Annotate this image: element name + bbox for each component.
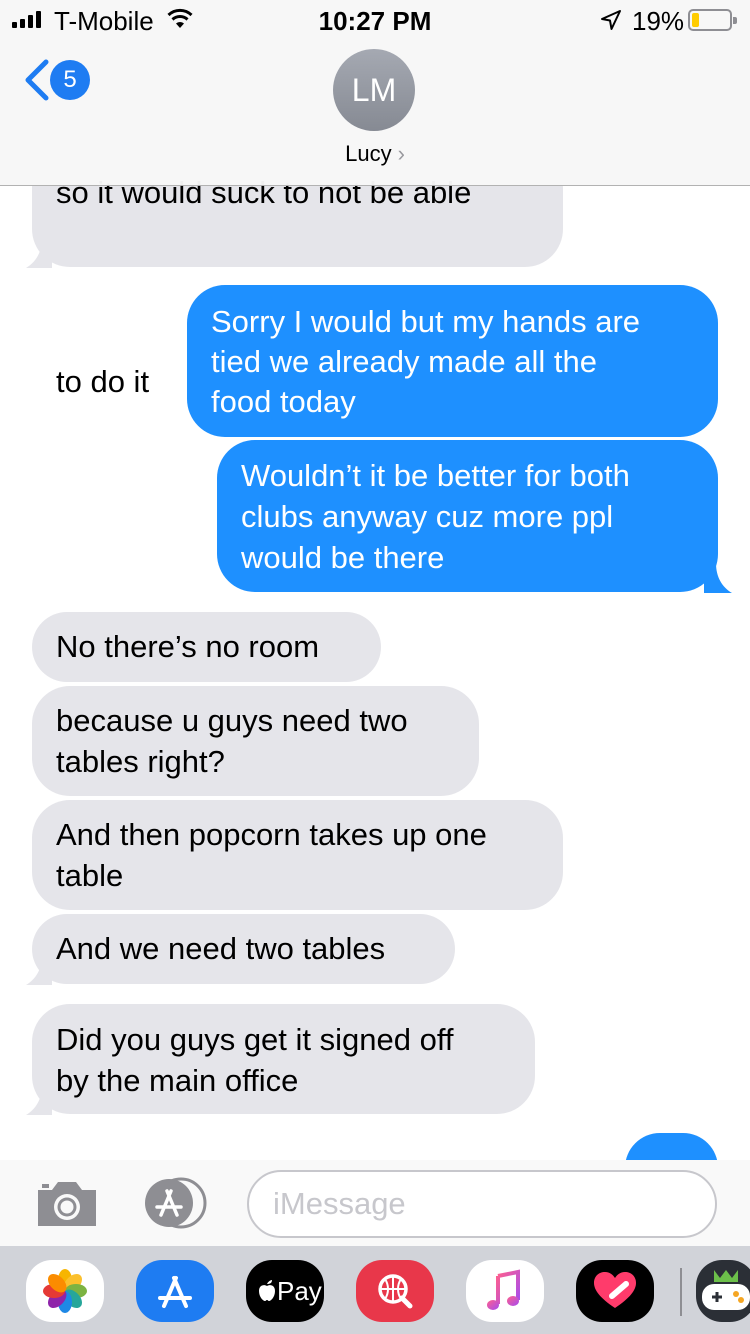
message-line: table — [56, 858, 124, 893]
imessage-placeholder: iMessage — [273, 1186, 406, 1221]
signal-strength-icon — [12, 10, 41, 28]
battery-nub — [733, 17, 737, 24]
bubble-tail — [26, 1085, 52, 1115]
image-search-app-icon[interactable] — [356, 1260, 434, 1322]
game-controller-icon — [702, 1270, 750, 1310]
outgoing-message-bubble[interactable] — [625, 1133, 718, 1160]
digital-touch-app-icon[interactable] — [576, 1260, 654, 1322]
music-note-icon — [487, 1269, 520, 1310]
apple-logo-icon — [259, 1280, 275, 1301]
contact-avatar[interactable]: LM — [333, 49, 415, 131]
battery-percent: 19% — [632, 6, 685, 36]
apple-pay-label: Pay — [277, 1276, 322, 1306]
message-line: No there’s no room — [56, 629, 320, 664]
status-bar: T-Mobile 10:27 PM 19% — [0, 0, 750, 40]
message-line: tied we already made all the — [211, 344, 598, 379]
message-line: to do it — [56, 364, 150, 399]
incoming-message-bubble[interactable]: Did you guys get it signed off by the ma… — [32, 1004, 535, 1114]
messages-screen: so it would suck to not be able to do it… — [0, 0, 750, 1334]
message-line: And we need two tables — [56, 931, 386, 966]
message-line: And then popcorn takes up one — [56, 817, 487, 852]
imessage-app-drawer: Pay — [0, 1246, 750, 1334]
game-app-icon[interactable] — [696, 1260, 750, 1322]
contact-name: Lucy — [345, 141, 392, 166]
message-line: food today — [211, 384, 356, 419]
bubble-tail — [704, 563, 732, 593]
unread-count-badge: 5 — [50, 60, 90, 100]
heart-touch-icon — [594, 1272, 636, 1308]
outgoing-message-bubble[interactable]: Sorry I would but my hands are tied we a… — [187, 285, 718, 437]
message-line: Sorry I would but my hands are — [211, 304, 641, 339]
camera-icon[interactable] — [34, 1178, 100, 1228]
location-arrow-icon — [601, 10, 621, 30]
message-line: tables right? — [56, 744, 225, 779]
app-store-drawer-icon[interactable] — [141, 1177, 213, 1229]
incoming-message-bubble[interactable]: And then popcorn takes up one table — [32, 800, 563, 910]
app-store-app-icon[interactable] — [136, 1260, 214, 1322]
contact-name-button[interactable]: Lucy › — [0, 141, 750, 167]
message-line: by the main office — [56, 1063, 299, 1098]
message-line: would be there — [241, 540, 445, 575]
compose-bar: iMessage — [0, 1160, 750, 1246]
globe-search-icon — [378, 1274, 413, 1309]
photos-flower-icon — [43, 1269, 87, 1313]
music-app-icon[interactable] — [466, 1260, 544, 1322]
message-line: clubs anyway cuz more ppl — [241, 499, 614, 534]
wifi-icon — [167, 8, 193, 28]
message-line: Wouldn’t it be better for both — [241, 458, 630, 493]
photos-app-icon[interactable] — [26, 1260, 104, 1322]
battery-icon — [688, 9, 737, 31]
chevron-left-icon — [25, 59, 49, 101]
incoming-message-bubble[interactable]: because u guys need two tables right? — [32, 686, 479, 796]
imessage-input[interactable]: iMessage — [247, 1170, 717, 1238]
drawer-divider — [680, 1268, 682, 1316]
carrier-label: T-Mobile — [54, 6, 154, 36]
bubble-tail — [26, 955, 52, 985]
apple-pay-app-icon[interactable]: Pay — [246, 1260, 324, 1322]
app-store-icon — [158, 1276, 192, 1308]
battery-level-fill — [692, 13, 699, 27]
back-button[interactable]: 5 — [22, 58, 90, 102]
incoming-message-bubble[interactable]: And we need two tables — [32, 914, 455, 984]
chevron-right-icon: › — [397, 141, 405, 166]
bubble-tail — [26, 238, 52, 268]
message-line: Did you guys get it signed off — [56, 1022, 454, 1057]
incoming-message-bubble[interactable]: No there’s no room — [32, 612, 381, 682]
conversation-header: T-Mobile 10:27 PM 19% 5 LM Lucy › — [0, 0, 750, 186]
message-line: because u guys need two — [56, 703, 408, 738]
outgoing-message-bubble[interactable]: Wouldn’t it be better for both clubs any… — [217, 440, 718, 592]
